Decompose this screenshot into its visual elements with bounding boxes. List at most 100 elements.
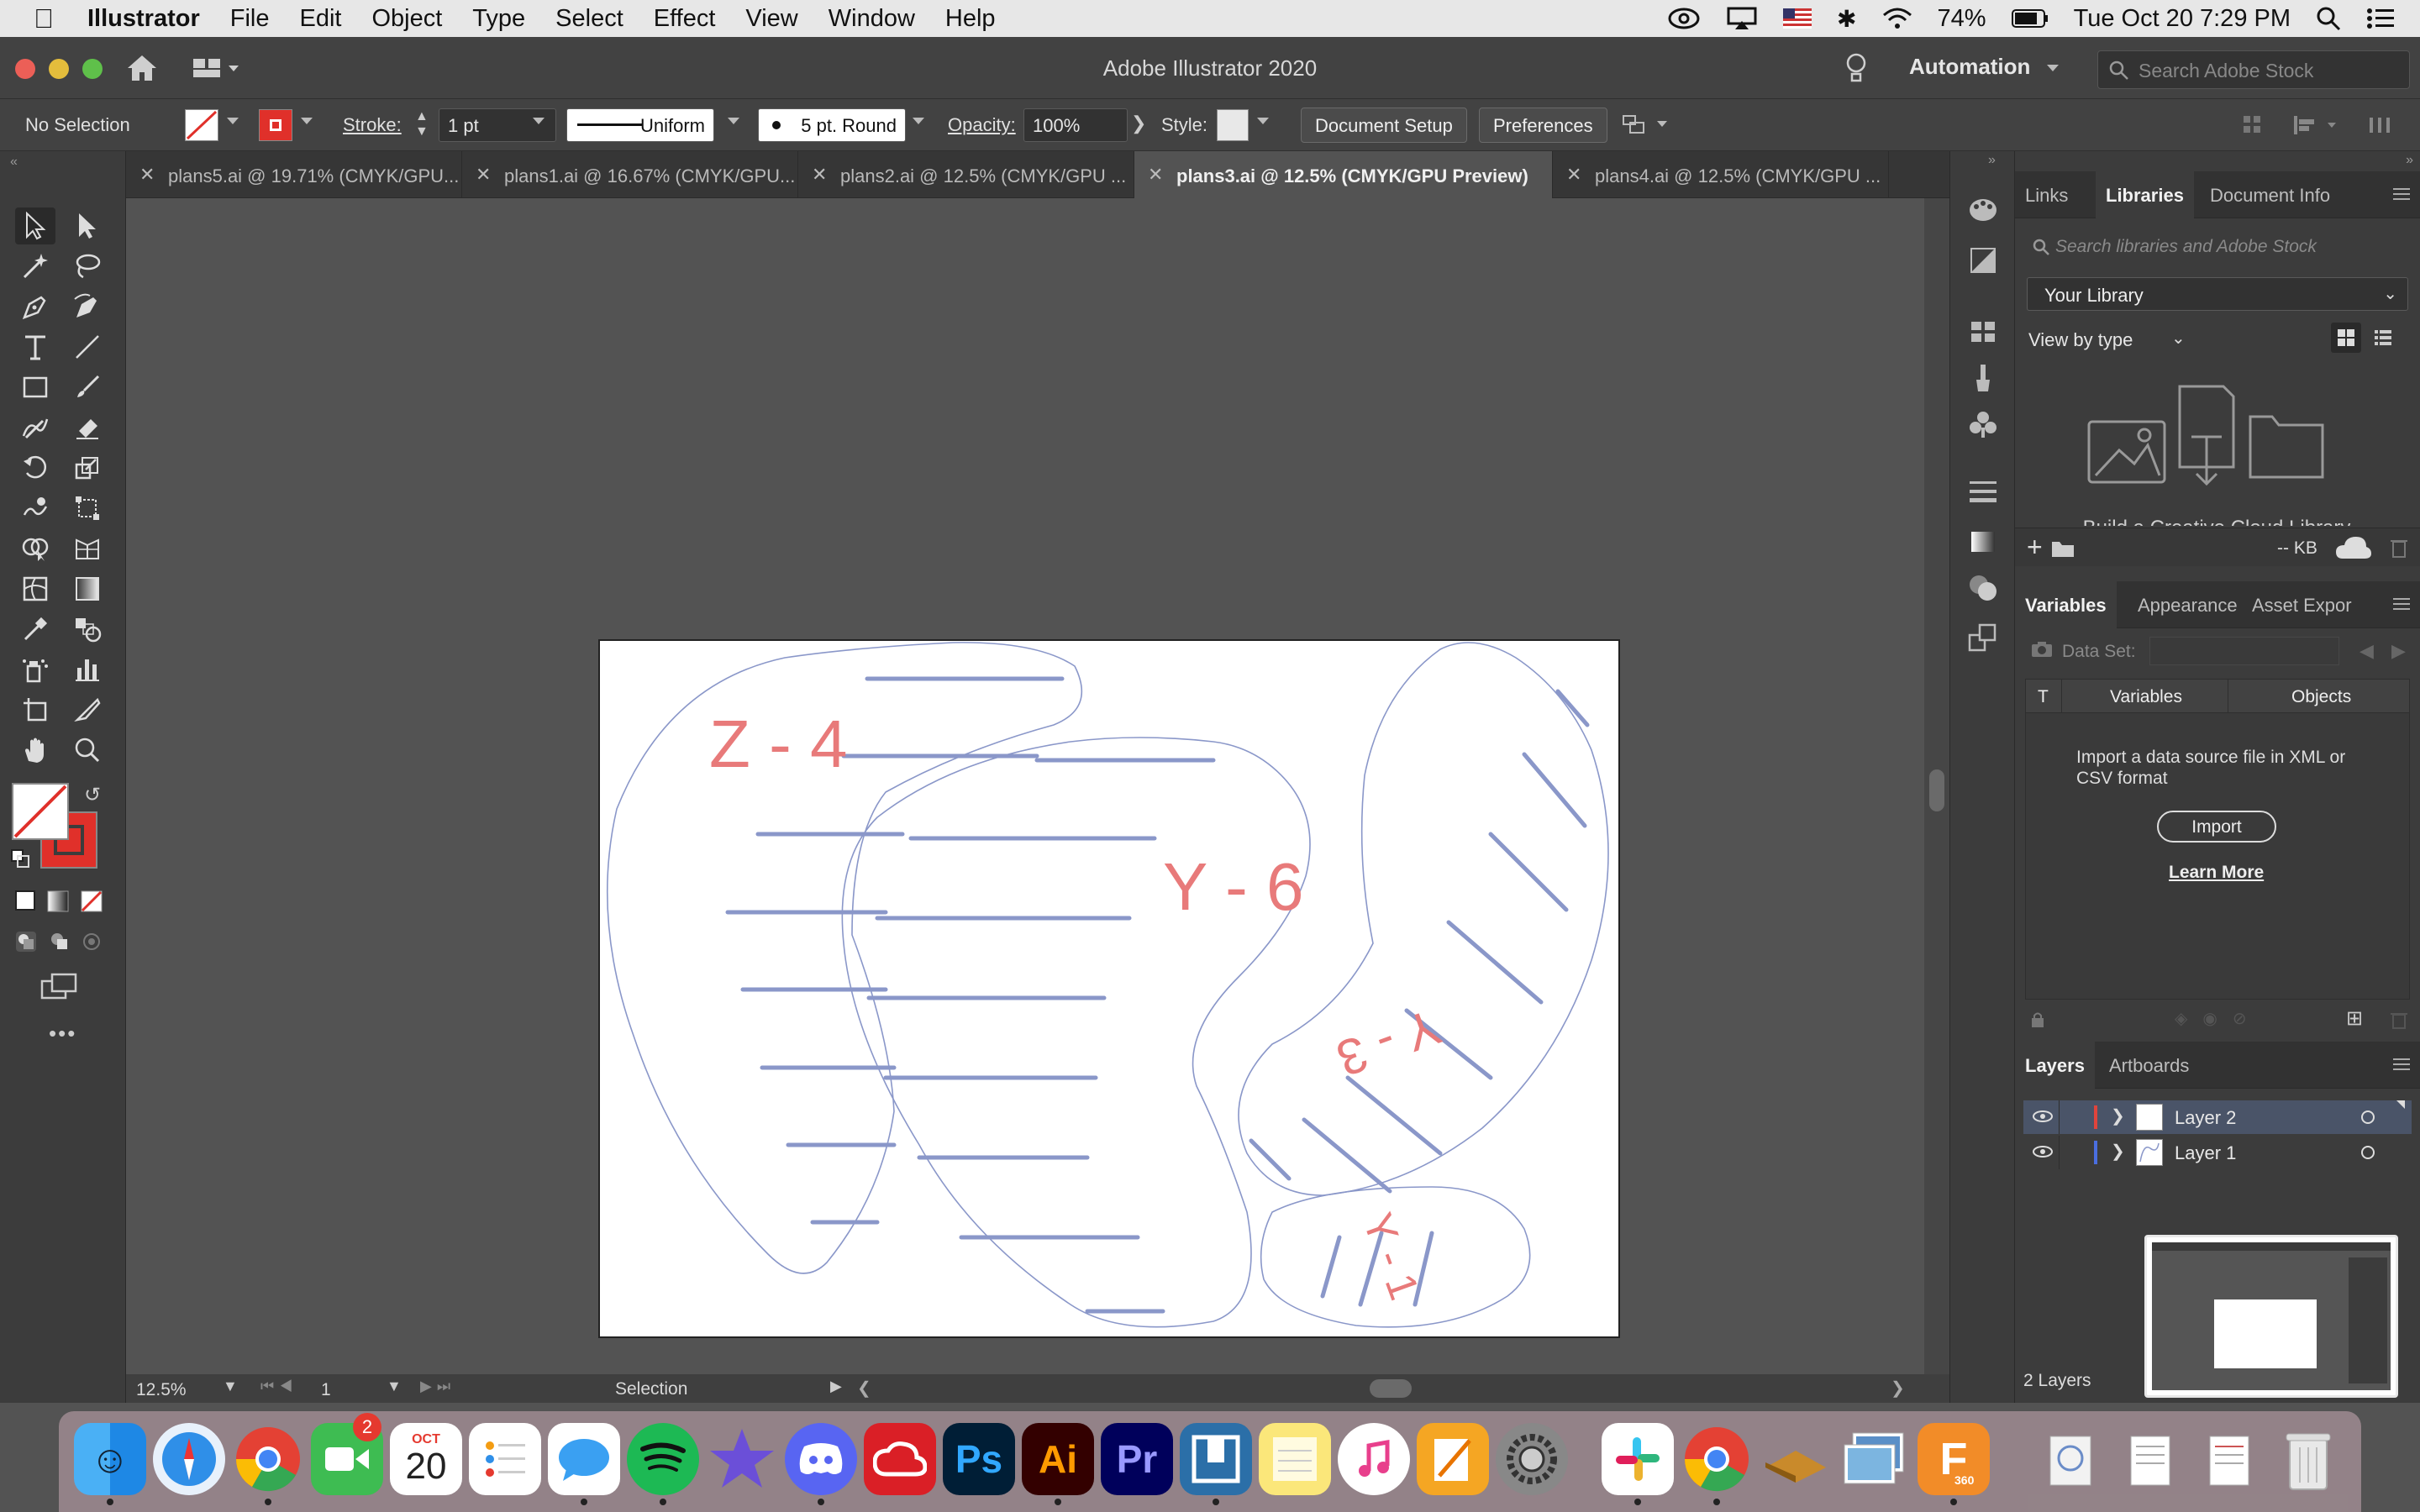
status-menu-chevron-icon[interactable]: ▶ — [830, 1378, 842, 1395]
close-tab-icon[interactable]: ✕ — [812, 164, 827, 186]
screen-mode-icon[interactable] — [40, 973, 79, 1001]
library-select[interactable]: Your Library ⌄ — [2027, 277, 2408, 311]
reminders-icon[interactable] — [469, 1423, 541, 1495]
battery-icon[interactable] — [2011, 8, 2049, 29]
direct-selection-tool-icon[interactable] — [67, 207, 108, 244]
flag-us-icon[interactable] — [1783, 8, 1812, 29]
draw-normal-icon[interactable] — [15, 931, 37, 953]
close-tab-icon[interactable]: ✕ — [476, 164, 491, 186]
messages-icon[interactable] — [548, 1423, 620, 1495]
arrange-documents-icon[interactable] — [192, 57, 242, 81]
layer-name[interactable]: Layer 1 — [2175, 1142, 2236, 1164]
control-center-icon[interactable] — [2366, 7, 2395, 30]
tab-appearance[interactable]: Appearance — [2128, 581, 2248, 628]
libraries-search-input[interactable]: Search libraries and Adobe Stock — [2027, 232, 2410, 262]
layer-target-icon[interactable] — [2361, 1110, 2375, 1124]
chrome-profile-icon[interactable] — [1681, 1423, 1753, 1495]
zoom-chevron-down-icon[interactable]: ▼ — [223, 1378, 238, 1395]
menu-window[interactable]: Window — [829, 5, 915, 33]
column-graph-tool-icon[interactable] — [67, 651, 108, 688]
eraser-tool-icon[interactable] — [67, 409, 108, 446]
scroll-right-icon[interactable]: ❯ — [1891, 1378, 1905, 1399]
eyedropper-tool-icon[interactable] — [15, 611, 55, 648]
free-transform-tool-icon[interactable] — [67, 490, 108, 527]
variables-panel-menu-icon[interactable] — [2393, 598, 2410, 610]
tab-libraries[interactable]: Libraries — [2096, 171, 2194, 218]
tab-artboards[interactable]: Artboards — [2099, 1042, 2199, 1089]
color-palette-icon[interactable] — [1966, 193, 2000, 227]
artboard-number[interactable]: 1 — [318, 1376, 385, 1401]
gradient-panel-icon[interactable] — [1966, 525, 2000, 559]
cloud-sync-icon[interactable] — [2334, 535, 2373, 560]
vertical-scroll-thumb[interactable] — [1929, 769, 1944, 811]
artboard-nav-first-icon[interactable]: ⏮◀ — [260, 1378, 297, 1395]
home-icon[interactable] — [126, 54, 158, 82]
hand-tool-icon[interactable] — [15, 732, 55, 769]
opacity-label[interactable]: Opacity: — [948, 114, 1016, 136]
draw-inside-icon[interactable] — [81, 931, 103, 953]
rotate-tool-icon[interactable] — [15, 449, 55, 486]
stroke-weight-chevron-down-icon[interactable] — [533, 118, 544, 124]
curvature-tool-icon[interactable] — [67, 288, 108, 325]
zoom-level[interactable]: 12.5% — [133, 1376, 225, 1401]
variable-actions-icon[interactable]: ◈◉⊘ — [2175, 1008, 2262, 1029]
menu-view[interactable]: View — [745, 5, 797, 33]
artboards-panel-icon[interactable] — [1966, 622, 2000, 655]
brushes-icon[interactable] — [1966, 361, 2000, 395]
safari-icon[interactable] — [153, 1423, 225, 1495]
line-segment-tool-icon[interactable] — [67, 328, 108, 365]
artboard[interactable]: Z - 4 Y - 6 Y - 3 Y - 1 — [598, 639, 1620, 1338]
wifi-icon[interactable] — [1882, 7, 1912, 30]
workspace-switcher[interactable]: Automation — [1909, 54, 2030, 80]
preferences-button[interactable]: Preferences — [1479, 108, 1607, 143]
trash-icon[interactable] — [2272, 1423, 2344, 1495]
stroke-label[interactable]: Stroke: — [343, 114, 402, 136]
capture-data-set-icon[interactable] — [2030, 640, 2054, 659]
tab-asset-export[interactable]: Asset Expor — [2242, 581, 2376, 628]
scale-tool-icon[interactable] — [67, 449, 108, 486]
drive-icon[interactable] — [1760, 1423, 1832, 1495]
close-tab-icon[interactable]: ✕ — [1566, 164, 1581, 186]
layer-target-icon[interactable] — [2361, 1146, 2375, 1159]
data-set-select[interactable] — [2149, 637, 2339, 665]
fill-swatch[interactable] — [185, 109, 218, 141]
lasso-tool-icon[interactable] — [67, 248, 108, 285]
minimize-window-button[interactable] — [49, 59, 69, 79]
default-fill-stroke-icon[interactable] — [10, 848, 30, 869]
color-guide-icon[interactable] — [1966, 244, 2000, 277]
close-tab-icon[interactable]: ✕ — [139, 164, 155, 186]
creative-cloud-icon[interactable] — [864, 1423, 936, 1495]
bluetooth-icon[interactable]: ✱ — [1837, 5, 1856, 33]
symbol-sprayer-tool-icon[interactable] — [15, 651, 55, 688]
arrange-icon[interactable] — [2235, 113, 2403, 138]
opacity-input[interactable]: 100% — [1023, 108, 1128, 142]
new-library-folder-icon[interactable] — [2050, 538, 2075, 559]
learn-more-link[interactable]: Learn More — [2169, 863, 2264, 883]
symbols-icon[interactable] — [1966, 407, 2000, 441]
gradient-tool-icon[interactable] — [67, 570, 108, 607]
menu-app-name[interactable]: Illustrator — [87, 5, 200, 33]
workspace-chevron-down-icon[interactable] — [2047, 65, 2059, 71]
expand-layer-chevron-icon[interactable]: ❯ — [2111, 1105, 2125, 1126]
brush-definition-select[interactable]: 5 pt. Round — [758, 108, 906, 142]
warp-tool-icon[interactable] — [15, 490, 55, 527]
menu-select[interactable]: Select — [555, 5, 623, 33]
layers-panel-menu-icon[interactable] — [2393, 1058, 2410, 1070]
premiere-pro-icon[interactable]: Pr — [1101, 1423, 1173, 1495]
none-mode-icon[interactable] — [81, 890, 103, 912]
spotify-icon[interactable] — [627, 1423, 699, 1495]
collapse-dock-icon[interactable]: » — [2406, 153, 2413, 168]
lock-variables-icon[interactable] — [2030, 1011, 2045, 1028]
previous-data-set-icon[interactable]: ◀ — [2360, 640, 2374, 662]
horizontal-scroll-thumb[interactable] — [1370, 1379, 1412, 1398]
stroke-swatch[interactable] — [259, 109, 292, 141]
downloads-stack-icon[interactable] — [2035, 1423, 2107, 1495]
system-preferences-icon[interactable] — [1496, 1423, 1568, 1495]
fusion-360-icon[interactable]: F 360 — [1918, 1423, 1990, 1495]
shape-builder-tool-icon[interactable] — [15, 530, 55, 567]
collapse-panels-icon[interactable]: » — [1988, 153, 1996, 168]
import-button[interactable]: Import — [2157, 811, 2276, 843]
swap-fill-stroke-icon[interactable]: ↺ — [84, 783, 101, 807]
menu-effect[interactable]: Effect — [654, 5, 716, 33]
clock[interactable]: Tue Oct 20 7:29 PM — [2074, 5, 2291, 33]
